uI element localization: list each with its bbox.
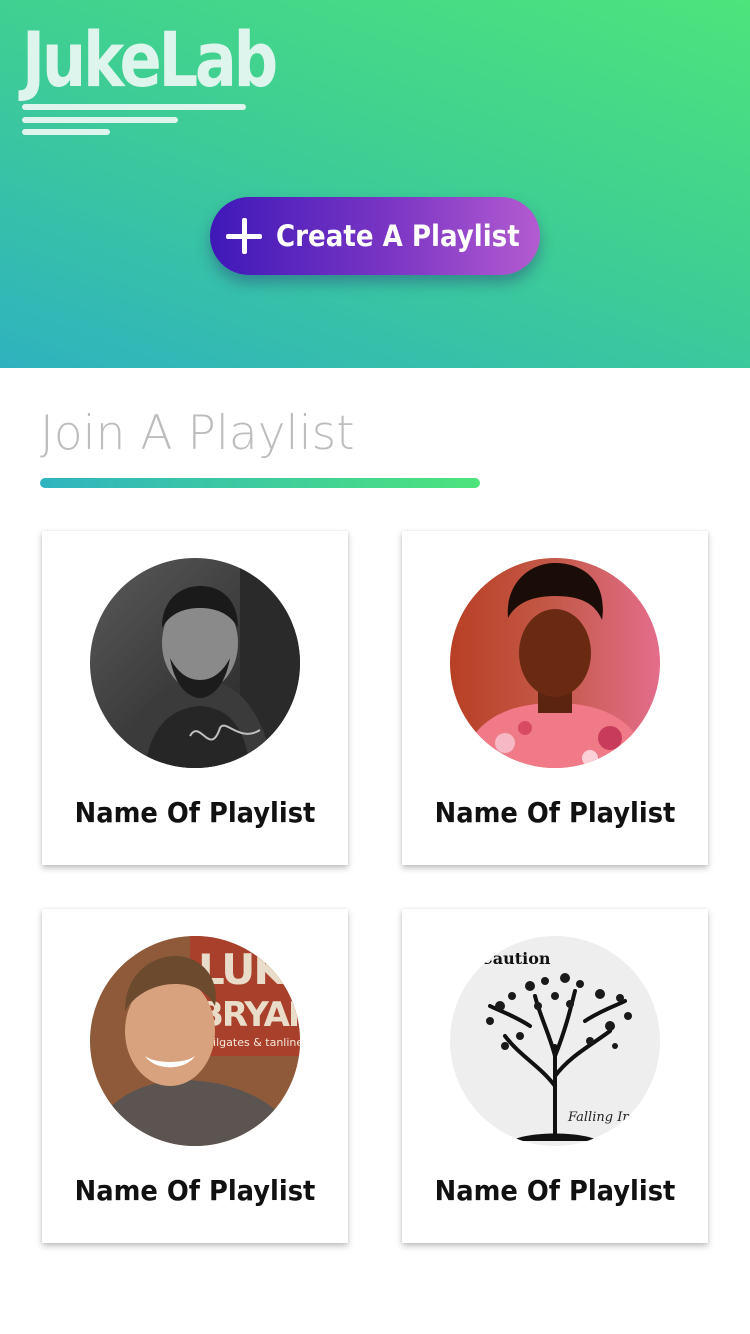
app-logo: JukeLab [22,15,278,104]
luke-bryan-album-cover: LUKE BRYAN tailgates & tanlines [90,936,300,1146]
drake-album-cover [90,558,300,768]
childish-gambino-album-cover [450,558,660,768]
plus-icon [226,218,262,254]
logo-underline [22,129,110,135]
svg-text:Caution: Caution [480,949,551,968]
playlist-cover-image [90,558,300,768]
playlist-name: Name Of Playlist [434,1174,676,1207]
create-playlist-label: Create A Playlist [276,219,520,253]
playlist-card[interactable]: Name Of Playlist [402,531,708,865]
playlist-name: Name Of Playlist [74,1174,316,1207]
tree-illustration-album-cover: Caution Falling Into P [450,936,660,1146]
playlist-name: Name Of Playlist [74,796,316,829]
svg-text:tailgates & tanlines: tailgates & tanlines [202,1036,300,1049]
create-playlist-button[interactable]: Create A Playlist [210,197,540,275]
playlist-cover-image: Caution Falling Into P [450,936,660,1146]
svg-text:Falling Into P: Falling Into P [567,1110,657,1125]
logo-underline [22,117,178,123]
playlist-card[interactable]: LUKE BRYAN tailgates & tanlines Name Of … [42,909,348,1243]
hero-header: JukeLab Create A Playlist [0,0,750,368]
playlist-card[interactable]: Caution Falling Into P Name Of Playlist [402,909,708,1243]
playlist-name: Name Of Playlist [434,796,676,829]
section-title: Join A Playlist [40,406,355,461]
playlist-cover-image [450,558,660,768]
section-underline [40,478,480,488]
logo-underline [22,104,246,110]
playlist-cover-image: LUKE BRYAN tailgates & tanlines [90,936,300,1146]
playlist-card[interactable]: Name Of Playlist [42,531,348,865]
